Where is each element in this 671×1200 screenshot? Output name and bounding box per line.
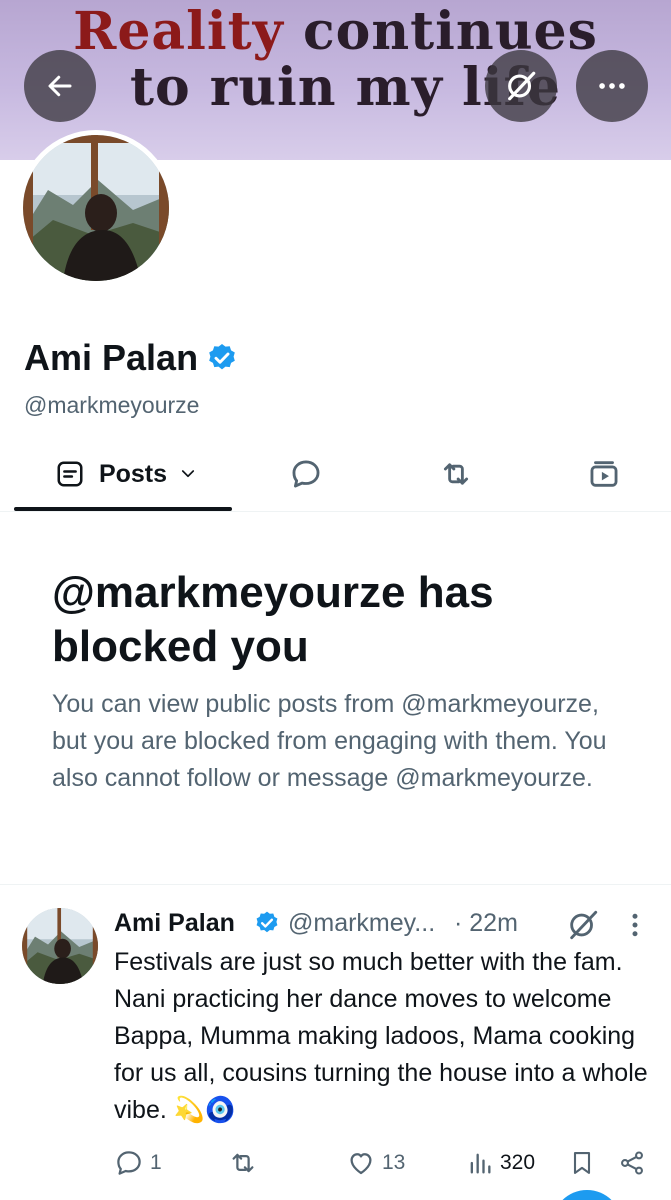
post-actions: 1 13 320 [0,1145,671,1181]
more-horizontal-icon [599,83,625,89]
bookmark-button[interactable] [568,1145,596,1181]
heart-icon [350,1153,372,1175]
section-divider [0,884,671,885]
grok-icon[interactable] [566,908,600,942]
blocked-description: You can view public posts from @markmeyo… [52,690,607,792]
post-avatar-photo [22,908,98,984]
banner-text: Reality continues to ruin my life [0,0,671,116]
share-button[interactable] [618,1145,646,1181]
post-author-name[interactable]: Ami Palan [114,909,235,938]
compose-fab[interactable] [552,1190,622,1200]
tab-replies[interactable] [270,438,342,510]
verified-badge-icon [256,911,278,933]
repost-button[interactable] [228,1145,264,1181]
tabs-divider [0,511,671,512]
profile-handle: @markmeyourze [24,392,200,418]
tab-posts[interactable]: Posts [20,438,232,510]
bookmark-icon [573,1152,591,1174]
reply-count: 1 [150,1151,162,1174]
post-text: Festivals are just so much better with t… [114,948,648,1124]
view-count: 320 [500,1151,536,1174]
back-button[interactable] [24,50,96,122]
tab-media[interactable] [568,438,640,510]
post-author-handle[interactable]: @markmey... [288,909,435,938]
avatar-photo [23,135,169,281]
reply-button[interactable]: 1 [114,1145,162,1181]
share-icon [621,1151,643,1175]
tab-posts-label: Posts [98,459,168,488]
views-button[interactable]: 320 [466,1145,535,1181]
profile-avatar[interactable] [18,130,174,286]
display-name-text: Ami Palan [24,337,199,378]
post-timestamp[interactable]: · 22m [454,909,518,938]
banner-line-2: to ruin my life [130,57,561,118]
tab-reposts[interactable] [420,438,492,510]
reply-icon [117,1151,141,1175]
more-vertical-icon[interactable] [624,910,646,940]
like-button[interactable]: 13 [346,1145,405,1181]
blocked-title: @markmeyourze has blocked you [52,568,494,671]
repost-icon [232,1153,254,1173]
banner-word-continues: continues [302,1,598,62]
grok-icon [508,71,536,101]
chevron-down-icon [181,470,195,478]
arrow-left-icon [48,75,72,97]
profile-tabs: Posts [0,438,671,513]
media-icon [590,461,618,487]
more-options-button[interactable] [576,50,648,122]
like-count: 13 [382,1151,406,1174]
reply-icon [292,460,320,488]
posts-icon [57,461,83,487]
post-header: Ami Palan @markmey... · 22m [114,906,654,942]
grok-button[interactable] [485,50,557,122]
profile-display-name: Ami Palan [24,337,238,379]
banner-word-reality: Reality [73,1,284,62]
post-author-avatar[interactable] [22,908,98,984]
verified-badge-icon[interactable] [206,342,238,374]
views-icon [470,1153,491,1174]
repost-icon [443,463,469,485]
